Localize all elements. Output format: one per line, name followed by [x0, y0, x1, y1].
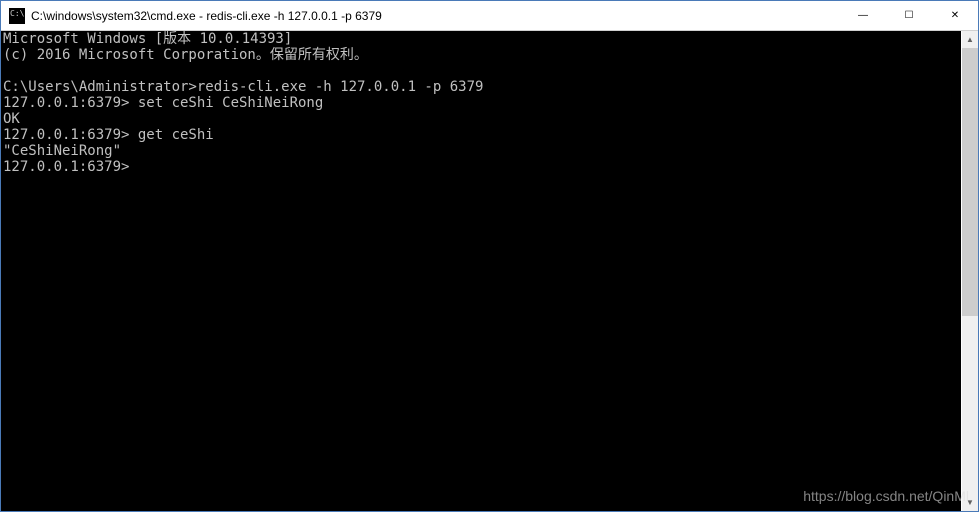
cmd-icon [9, 8, 25, 24]
minimize-button[interactable]: — [840, 1, 886, 30]
window-title: C:\windows\system32\cmd.exe - redis-cli.… [31, 9, 382, 23]
maximize-button[interactable]: ☐ [886, 1, 932, 30]
close-button[interactable]: ✕ [932, 1, 978, 30]
scroll-down-button[interactable]: ▼ [962, 494, 978, 511]
scrollbar-track[interactable] [962, 48, 978, 494]
vertical-scrollbar[interactable]: ▲ ▼ [961, 31, 978, 511]
scrollbar-thumb[interactable] [962, 48, 978, 316]
content-area: Microsoft Windows [版本 10.0.14393] (c) 20… [1, 31, 978, 511]
titlebar[interactable]: C:\windows\system32\cmd.exe - redis-cli.… [1, 1, 978, 31]
cmd-window: C:\windows\system32\cmd.exe - redis-cli.… [0, 0, 979, 512]
window-controls: — ☐ ✕ [840, 1, 978, 30]
scroll-up-button[interactable]: ▲ [962, 31, 978, 48]
terminal-output[interactable]: Microsoft Windows [版本 10.0.14393] (c) 20… [1, 31, 961, 511]
